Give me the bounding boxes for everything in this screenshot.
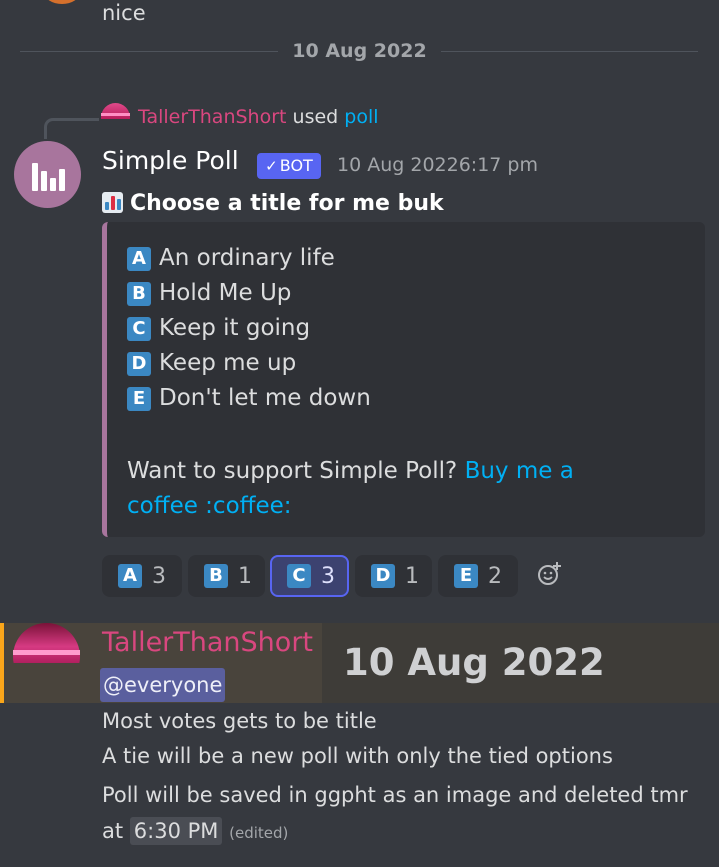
- mention-indicator-bar: [0, 623, 4, 703]
- reaction-e[interactable]: E2: [438, 555, 518, 597]
- bot-author-name[interactable]: Simple Poll: [102, 146, 239, 175]
- message-line: Poll will be saved in ggpht as an image …: [102, 783, 688, 807]
- inline-timestamp[interactable]: 6:30 PM: [129, 817, 223, 845]
- checkmark-icon: ✓: [265, 157, 278, 175]
- message-line-last: at 6:30 PM (edited): [102, 817, 289, 845]
- interaction-command[interactable]: poll: [344, 106, 378, 128]
- message-line: A tie will be a new poll with only the t…: [102, 744, 613, 768]
- poll-title: Choose a title for me buk: [102, 191, 444, 216]
- reaction-b[interactable]: B1: [188, 555, 265, 597]
- bot-avatar[interactable]: [14, 141, 81, 208]
- letter-d-icon: D: [127, 352, 151, 376]
- previous-message-text: nice: [102, 1, 146, 25]
- support-text: Want to support Simple Poll? Buy me a co…: [127, 458, 574, 519]
- letter-b-icon: B: [127, 282, 151, 306]
- poll-option-c: C Keep it going: [127, 315, 310, 341]
- message-line: Most votes gets to be title: [102, 709, 377, 733]
- add-reaction-icon[interactable]: [537, 561, 563, 587]
- interaction-user-avatar[interactable]: [101, 103, 130, 119]
- reply-spine: [44, 118, 99, 139]
- letter-c-icon: C: [127, 317, 151, 341]
- poll-embed: A An ordinary life B Hold Me Up C Keep it g…: [102, 222, 705, 537]
- date-divider: 10 Aug 2022: [0, 40, 719, 62]
- poll-option-a: A An ordinary life: [127, 245, 335, 271]
- bot-message-timestamp[interactable]: 10 Aug 20226:17 pm: [337, 154, 538, 176]
- bot-tag-badge: ✓ BOT: [257, 153, 321, 179]
- letter-e-icon: E: [454, 564, 478, 588]
- letter-b-icon: B: [204, 564, 228, 588]
- letter-a-icon: A: [118, 564, 142, 588]
- user-avatar[interactable]: [13, 623, 80, 663]
- letter-a-icon: A: [127, 247, 151, 271]
- reaction-c[interactable]: C3: [270, 555, 349, 597]
- poll-option-b: B Hold Me Up: [127, 280, 291, 306]
- reaction-count: 1: [238, 563, 252, 589]
- reaction-count: 3: [152, 563, 166, 589]
- edited-label: (edited): [229, 824, 289, 842]
- reaction-d[interactable]: D1: [355, 555, 432, 597]
- mention-author-name[interactable]: TallerThanShort: [102, 627, 313, 658]
- letter-d-icon: D: [371, 564, 395, 588]
- bar-chart-icon: [102, 192, 123, 213]
- letter-c-icon: C: [287, 564, 311, 588]
- reaction-a[interactable]: A3: [102, 555, 182, 597]
- date-overlay: 10 Aug 2022: [343, 641, 605, 684]
- reaction-count: 2: [488, 563, 502, 589]
- interaction-verb: used: [292, 106, 339, 128]
- reaction-count: 1: [405, 563, 419, 589]
- interaction-line: TallerThanShort used poll: [138, 106, 379, 128]
- poll-option-e: E Don't let me down: [127, 385, 371, 411]
- poll-option-d: D Keep me up: [127, 350, 296, 376]
- reaction-count: 3: [321, 563, 335, 589]
- everyone-mention[interactable]: @everyone: [100, 668, 226, 702]
- previous-author-avatar[interactable]: [44, 0, 80, 4]
- letter-e-icon: E: [127, 387, 151, 411]
- interaction-user-name[interactable]: TallerThanShort: [138, 106, 286, 128]
